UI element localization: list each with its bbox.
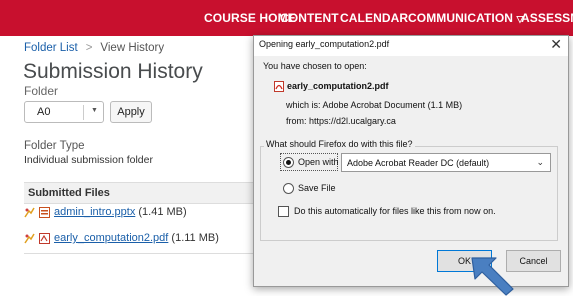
nav-content[interactable]: CONTENT [280,11,339,25]
open-with-app-select[interactable]: Adobe Acrobat Reader DC (default) ⌄ [341,153,551,172]
new-submission-icon [24,233,35,244]
folder-select-value: A0 [37,106,51,118]
folder-type-label: Folder Type [24,140,85,152]
save-file-radio[interactable] [283,183,294,194]
breadcrumb-folder-list[interactable]: Folder List [24,42,78,54]
powerpoint-file-icon [39,206,50,218]
dialog-filename: early_computation2.pdf [274,81,389,93]
page-title: Submission History [23,60,203,83]
file-row: admin_intro.pptx (1.41 MB) [24,206,187,218]
action-group-label: What should Firefox do with this file? [264,139,415,149]
nav-communication[interactable]: COMMUNICATION ▽ [408,11,524,25]
pointer-arrow-icon [471,257,514,296]
file-row: early_computation2.pdf (1.11 MB) [24,232,219,244]
submitted-files-header: Submitted Files [24,182,269,204]
dialog-filename-text: early_computation2.pdf [287,81,389,91]
new-submission-icon [24,207,35,218]
dialog-titlebar: Opening early_computation2.pdf ✕ [254,36,568,56]
file-link-early-computation[interactable]: early_computation2.pdf [54,232,168,244]
nav-communication-label: COMMUNICATION [408,11,514,25]
top-nav-bar: COURSE HOME CONTENT CALENDAR COMMUNICATI… [0,0,573,36]
dialog-title: Opening early_computation2.pdf [259,39,390,49]
submitted-files-header-label: Submitted Files [28,187,110,199]
save-file-label[interactable]: Save File [298,183,336,193]
open-file-dialog: Opening early_computation2.pdf ✕ You hav… [253,35,569,287]
file-type-text: which is: Adobe Acrobat Document (1.1 MB… [286,100,463,110]
breadcrumb: Folder List > View History [24,42,164,54]
file-source-text: from: https://d2l.ucalgary.ca [286,116,396,126]
nav-assessments[interactable]: ASSESSMI [521,11,573,25]
open-with-label[interactable]: Open with [298,157,339,167]
folder-type-value: Individual submission folder [24,154,153,166]
file-link-admin-intro[interactable]: admin_intro.pptx [54,206,135,218]
close-icon[interactable]: ✕ [550,36,562,53]
pdf-file-icon [39,232,50,244]
open-with-app-value: Adobe Acrobat Reader DC (default) [347,158,490,168]
breadcrumb-separator: > [85,42,93,54]
breadcrumb-current: View History [100,42,165,54]
dialog-intro-text: You have chosen to open: [263,61,367,71]
nav-calendar[interactable]: CALENDAR [340,11,408,25]
folder-label: Folder [24,84,59,98]
list-divider [24,253,269,254]
auto-action-label[interactable]: Do this automatically for files like thi… [294,206,496,216]
file-size: (1.11 MB) [171,232,219,244]
pdf-file-icon [274,81,284,93]
apply-button[interactable]: Apply [110,101,152,123]
folder-select[interactable]: A0 ▼ [24,101,104,123]
dropdown-arrow-icon: ▼ [91,107,98,114]
file-size: (1.41 MB) [138,206,187,218]
select-divider [83,105,84,120]
chevron-down-icon: ⌄ [536,157,544,167]
auto-action-checkbox[interactable] [278,206,289,217]
